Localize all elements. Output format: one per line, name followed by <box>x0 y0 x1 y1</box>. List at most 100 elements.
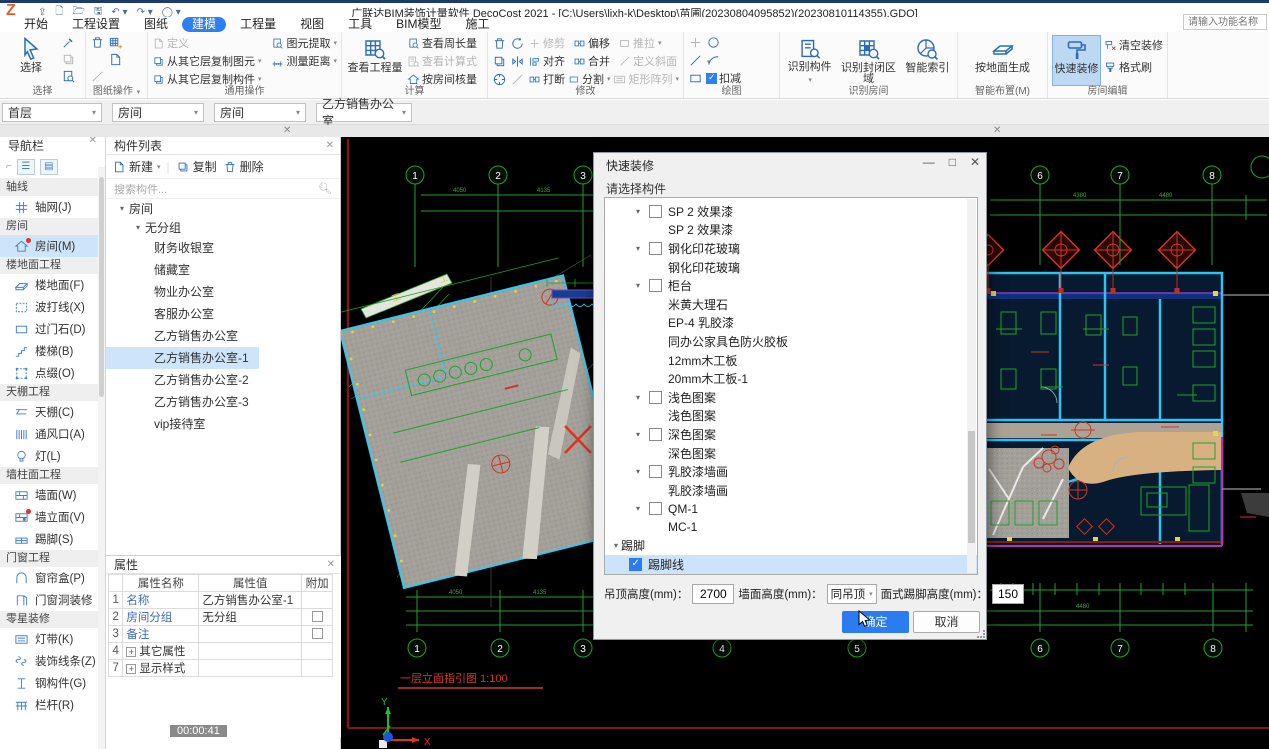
clear-decoration-button[interactable]: 清空装修 <box>1104 35 1163 55</box>
nav-item-wall-elevation[interactable]: 墙立面(V) <box>0 506 105 528</box>
component-item[interactable]: 乙方销售办公室-3 <box>106 391 340 413</box>
tree-group[interactable]: ▾SP 2 效果漆 <box>605 202 977 221</box>
extra-checkbox[interactable] <box>312 628 323 639</box>
expand-icon[interactable]: + <box>126 647 136 657</box>
tree-child[interactable]: SP 2 效果漆 <box>605 221 977 240</box>
tab-quantities[interactable]: 工程量 <box>230 17 286 32</box>
tree-checkbox[interactable] <box>649 242 662 255</box>
merge-button[interactable]: 合并 <box>573 53 615 69</box>
mirror-icon[interactable] <box>510 54 525 69</box>
floor-select[interactable]: 首层▾ <box>2 103 102 122</box>
view-perimeter-button[interactable]: 查看周长量 <box>407 35 477 51</box>
list-view-icon[interactable]: ☰ <box>17 159 35 175</box>
nav-item-steel[interactable]: 钢构件(G) <box>0 672 105 694</box>
component-list-close-icon[interactable]: ✕ <box>326 137 334 155</box>
nav-item-moulding[interactable]: 装饰线条(Z) <box>0 650 105 672</box>
close-icon[interactable]: ✕ <box>970 155 980 169</box>
delete-icon[interactable] <box>492 36 507 51</box>
tree-group[interactable]: ▾深色图案 <box>605 425 977 444</box>
collapse-icon[interactable]: ⌐ <box>6 161 12 172</box>
copy-component-button[interactable]: 复制 <box>176 158 217 175</box>
tab-drawings[interactable]: 图纸 <box>134 17 178 32</box>
tree-child[interactable]: 乳胶漆墙画 <box>605 481 977 500</box>
tree-group-skirting[interactable]: ▾踢脚 <box>605 537 977 556</box>
define-slope-button[interactable]: 定义斜面 <box>618 53 677 69</box>
copy-components-from-layer-button[interactable]: 从其它层复制构件▾ <box>152 71 262 87</box>
ok-button[interactable]: 确定 <box>842 611 909 633</box>
component-item[interactable]: 客服办公室 <box>106 303 340 325</box>
measure-distance-button[interactable]: 测量距离▾ <box>271 53 337 69</box>
batch-select-icon[interactable] <box>61 69 76 84</box>
delete-component-button[interactable]: 删除 <box>223 158 264 175</box>
tree-child[interactable]: EP-4 乳胶漆 <box>605 314 977 333</box>
ceiling-height-input[interactable] <box>692 584 734 604</box>
nav-close-icon[interactable]: ✕ <box>89 137 97 146</box>
maximize-icon[interactable]: □ <box>949 155 956 169</box>
tree-checkbox-checked[interactable] <box>629 558 642 571</box>
tab-modeling[interactable]: 建模 <box>182 17 226 32</box>
cancel-button[interactable]: 取消 <box>913 611 980 633</box>
rotate-icon[interactable] <box>510 36 525 51</box>
tree-checkbox[interactable] <box>649 428 662 441</box>
component-item[interactable]: 财务收银室 <box>106 237 340 259</box>
tree-item-skirting-line[interactable]: 踢脚线 <box>605 555 977 574</box>
line-draw-icon[interactable] <box>688 53 703 68</box>
property-value[interactable] <box>199 626 302 643</box>
skirting-height-input[interactable] <box>992 584 1024 604</box>
compass-icon[interactable] <box>492 72 507 87</box>
deduct-check-icon[interactable] <box>706 73 717 84</box>
tree-group[interactable]: ▾浅色图案 <box>605 388 977 407</box>
tab-project-settings[interactable]: 工程设置 <box>62 17 130 32</box>
component-search[interactable]: 搜索构件...🔍︎ <box>106 179 340 199</box>
nav-item-stairs[interactable]: 楼梯(B) <box>0 340 105 362</box>
generate-by-floor-button[interactable]: 按地面生成 <box>971 35 1035 86</box>
expand-icon[interactable]: + <box>126 664 136 674</box>
tree-group[interactable]: ▾柜台 <box>605 276 977 295</box>
component-item[interactable]: 乙方销售办公室-2 <box>106 369 340 391</box>
recognize-component-button[interactable]: 识别构件▾ <box>784 35 835 86</box>
view-formula-button[interactable]: 查看计算式 <box>407 53 477 69</box>
tab-construction[interactable]: 施工 <box>455 17 499 32</box>
rect-tool-icon[interactable] <box>688 71 703 86</box>
pick-style-icon[interactable] <box>61 35 76 50</box>
break-button[interactable]: 打断 <box>528 71 565 87</box>
nav-item-axis-grid[interactable]: 轴网(J) <box>0 196 105 218</box>
canvas-close-icon[interactable]: ✕ <box>993 125 1001 137</box>
tree-child[interactable]: MC-1 <box>605 518 977 537</box>
split-button[interactable]: 分割▾ <box>568 71 610 87</box>
tab-view[interactable]: 视图 <box>290 17 334 32</box>
nav-item-door-window-deco[interactable]: 门窗洞装修 <box>0 589 105 611</box>
extra-checkbox[interactable] <box>312 611 323 622</box>
copy-elements-from-layer-button[interactable]: 从其它层复制图元▾ <box>152 53 262 69</box>
panel-close-icon[interactable]: ✕ <box>283 125 291 137</box>
line-tool-icon[interactable] <box>90 69 105 84</box>
category-select[interactable]: 房间▾ <box>112 103 204 122</box>
room-check-button[interactable]: 按房间核量 <box>407 71 477 87</box>
nav-item-vent[interactable]: 通风口(A) <box>0 423 105 445</box>
tree-node-room[interactable]: ▾房间 <box>106 199 340 218</box>
tree-checkbox[interactable] <box>649 502 662 515</box>
nav-item-room[interactable]: 房间(M) <box>0 235 105 257</box>
nav-item-door-stone[interactable]: 过门石(D) <box>0 318 105 340</box>
nav-item-wave-line[interactable]: 波打线(X) <box>0 296 105 318</box>
offset-button[interactable]: 偏移 <box>573 35 615 51</box>
tree-group[interactable]: ▾乳胶漆墙画 <box>605 462 977 481</box>
trim-button[interactable]: 修剪 <box>528 35 570 51</box>
define-button[interactable]: 定义 <box>152 35 189 51</box>
tree-child[interactable]: 12mm木工板 <box>605 351 977 370</box>
rect-array-button[interactable]: 矩形阵列▾ <box>613 71 679 87</box>
nav-item-skirting[interactable]: 踢脚(S) <box>0 528 105 550</box>
nav-item-light-band[interactable]: 灯带(K) <box>0 628 105 650</box>
select-frame-icon[interactable] <box>90 52 105 67</box>
recognize-region-button[interactable]: 识别封闭区域 <box>838 35 899 86</box>
paste-icon[interactable] <box>61 52 76 67</box>
component-item[interactable]: 乙方销售办公室 <box>106 325 340 347</box>
select-button[interactable]: 选择 <box>4 35 58 86</box>
nav-item-lamp[interactable]: 灯(L) <box>0 445 105 467</box>
nav-scrollbar[interactable] <box>98 167 105 749</box>
tab-bim-model[interactable]: BIM模型 <box>386 17 451 32</box>
tree-checkbox[interactable] <box>649 205 662 218</box>
minimize-icon[interactable]: — <box>923 155 935 169</box>
properties-close-icon[interactable]: ✕ <box>327 556 335 574</box>
nav-item-curtain-box[interactable]: 窗帘盒(P) <box>0 567 105 589</box>
